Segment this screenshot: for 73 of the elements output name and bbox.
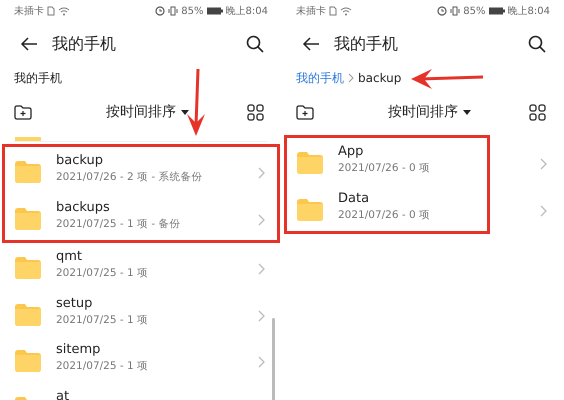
grid-view-icon[interactable] <box>247 104 264 120</box>
folder-name: backups <box>56 200 111 214</box>
search-icon[interactable] <box>246 35 264 53</box>
folder-row[interactable]: backup 2021/07/26 - 2 项 - 系统备份 <box>14 147 268 194</box>
sim-icon <box>329 6 337 16</box>
back-arrow-icon[interactable] <box>302 37 320 51</box>
clock-time: 晚上8:04 <box>508 4 550 18</box>
grid-view-icon[interactable] <box>529 104 546 120</box>
folder-row[interactable]: qmt 2021/07/25 - 1 项 <box>14 243 268 290</box>
folder-icon <box>14 302 42 326</box>
vibrate-icon <box>450 6 460 16</box>
new-folder-icon[interactable] <box>14 104 32 120</box>
folder-row[interactable]: sitemp 2021/07/25 - 1 项 <box>14 336 268 382</box>
vibrate-icon <box>168 6 178 16</box>
folder-name: App <box>338 144 364 159</box>
folder-name: Data <box>338 190 370 206</box>
alarm-icon <box>437 6 448 16</box>
folder-details: 2021/07/26 - 0 项 <box>338 161 432 175</box>
sort-dropdown[interactable]: 按时间排序 <box>384 101 475 123</box>
folder-row[interactable]: at <box>14 382 268 400</box>
back-arrow-icon[interactable] <box>20 37 38 51</box>
wifi-icon <box>58 6 70 16</box>
carrier-text: 未插卡 <box>14 4 44 18</box>
battery-icon <box>206 7 223 15</box>
chevron-icon <box>348 73 354 83</box>
folder-icon <box>296 151 324 175</box>
wifi-icon <box>340 6 352 16</box>
chevron-icon <box>539 204 548 216</box>
breadcrumb-item[interactable]: 我的手机 <box>296 70 344 86</box>
breadcrumb-item[interactable]: 我的手机 <box>14 70 62 86</box>
folder-name: backup <box>56 153 104 168</box>
folder-icon <box>296 198 324 222</box>
battery-percent: 85% <box>463 6 486 16</box>
chevron-icon <box>539 158 548 170</box>
folder-details: 2021/07/25 - 1 项 <box>56 359 150 373</box>
folder-details: 2021/07/25 - 1 项 <box>56 266 150 280</box>
folder-icon <box>14 137 42 141</box>
folder-icon <box>14 349 42 373</box>
search-icon[interactable] <box>528 35 546 53</box>
clock-time: 晚上8:04 <box>226 4 268 18</box>
page-title: 我的手机 <box>334 34 399 54</box>
folder-row[interactable]: App 2021/07/26 - 0 项 <box>296 138 478 184</box>
scrollbar[interactable] <box>272 318 275 400</box>
chevron-icon <box>257 214 266 226</box>
folder-name: at <box>56 388 70 400</box>
folder-details: 2021/07/25 - 1 项 <box>56 312 150 326</box>
sim-icon <box>47 6 55 16</box>
folder-details: 2021/07/26 - 0 项 <box>338 208 432 222</box>
chevron-icon <box>257 310 266 322</box>
folder-icon <box>14 206 42 230</box>
alarm-icon <box>155 6 166 16</box>
folder-name: setup <box>56 296 94 310</box>
new-folder-icon[interactable] <box>296 104 314 120</box>
folder-name: sitemp <box>56 342 102 357</box>
breadcrumb-item[interactable]: backup <box>358 71 402 85</box>
carrier-text: 未插卡 <box>296 4 326 18</box>
folder-row[interactable]: setup 2021/07/25 - 1 项 <box>14 290 268 336</box>
folder-row[interactable]: backups 2021/07/25 - 1 项 - 备份 <box>14 194 268 240</box>
page-title: 我的手机 <box>52 34 117 54</box>
folder-icon <box>14 256 42 280</box>
chevron-icon <box>257 263 266 275</box>
chevron-icon <box>257 356 266 368</box>
chevron-icon <box>257 167 266 179</box>
battery-percent: 85% <box>181 6 204 16</box>
caret-icon <box>181 110 189 114</box>
sort-dropdown[interactable]: 按时间排序 <box>102 101 193 123</box>
folder-details: 2021/07/26 - 2 项 - 系统备份 <box>56 170 204 184</box>
folder-name: qmt <box>56 249 84 264</box>
caret-icon <box>463 110 471 114</box>
folder-row[interactable]: Data 2021/07/26 - 0 项 <box>296 184 478 231</box>
battery-icon <box>488 7 505 15</box>
folder-details: 2021/07/25 - 1 项 - 备份 <box>56 216 182 230</box>
folder-icon <box>14 160 42 184</box>
